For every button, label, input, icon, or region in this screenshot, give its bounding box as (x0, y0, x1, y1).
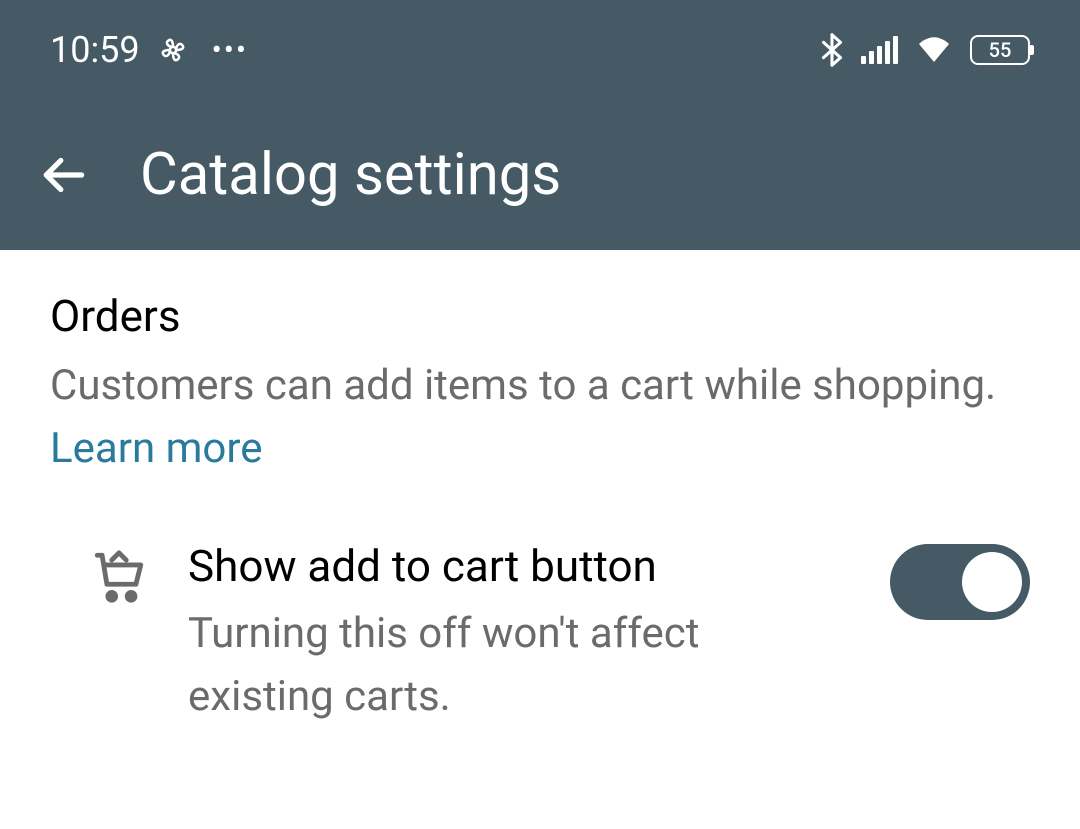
wifi-icon (916, 35, 952, 65)
setting-label: Show add to cart button (188, 540, 830, 592)
section-title: Orders (50, 290, 1030, 342)
add-to-cart-toggle[interactable] (890, 544, 1030, 620)
more-icon: ••• (212, 33, 248, 68)
cart-icon-wrap (90, 540, 148, 610)
setting-row: Show add to cart button Turning this off… (50, 540, 1030, 728)
section-description-text: Customers can add items to a cart while … (50, 361, 996, 410)
cart-icon (90, 548, 148, 606)
section-description: Customers can add items to a cart while … (50, 354, 1030, 480)
pinwheel-icon (158, 35, 188, 65)
bluetooth-icon (821, 33, 843, 67)
toggle-knob (962, 552, 1022, 612)
signal-icon (861, 36, 898, 64)
battery-icon: 55 (970, 35, 1030, 65)
status-time: 10:59 (50, 29, 140, 71)
setting-sublabel: Turning this off won't affect existing c… (188, 602, 830, 728)
setting-text: Show add to cart button Turning this off… (188, 540, 850, 728)
app-bar: Catalog settings (0, 100, 1080, 250)
page-title: Catalog settings (140, 141, 561, 209)
status-right: 55 (821, 33, 1030, 67)
back-button[interactable] (40, 150, 90, 200)
battery-level: 55 (989, 38, 1012, 62)
status-bar: 10:59 ••• 55 (0, 0, 1080, 100)
status-left: 10:59 ••• (50, 29, 248, 71)
content: Orders Customers can add items to a cart… (0, 250, 1080, 768)
learn-more-link[interactable]: Learn more (50, 424, 262, 473)
